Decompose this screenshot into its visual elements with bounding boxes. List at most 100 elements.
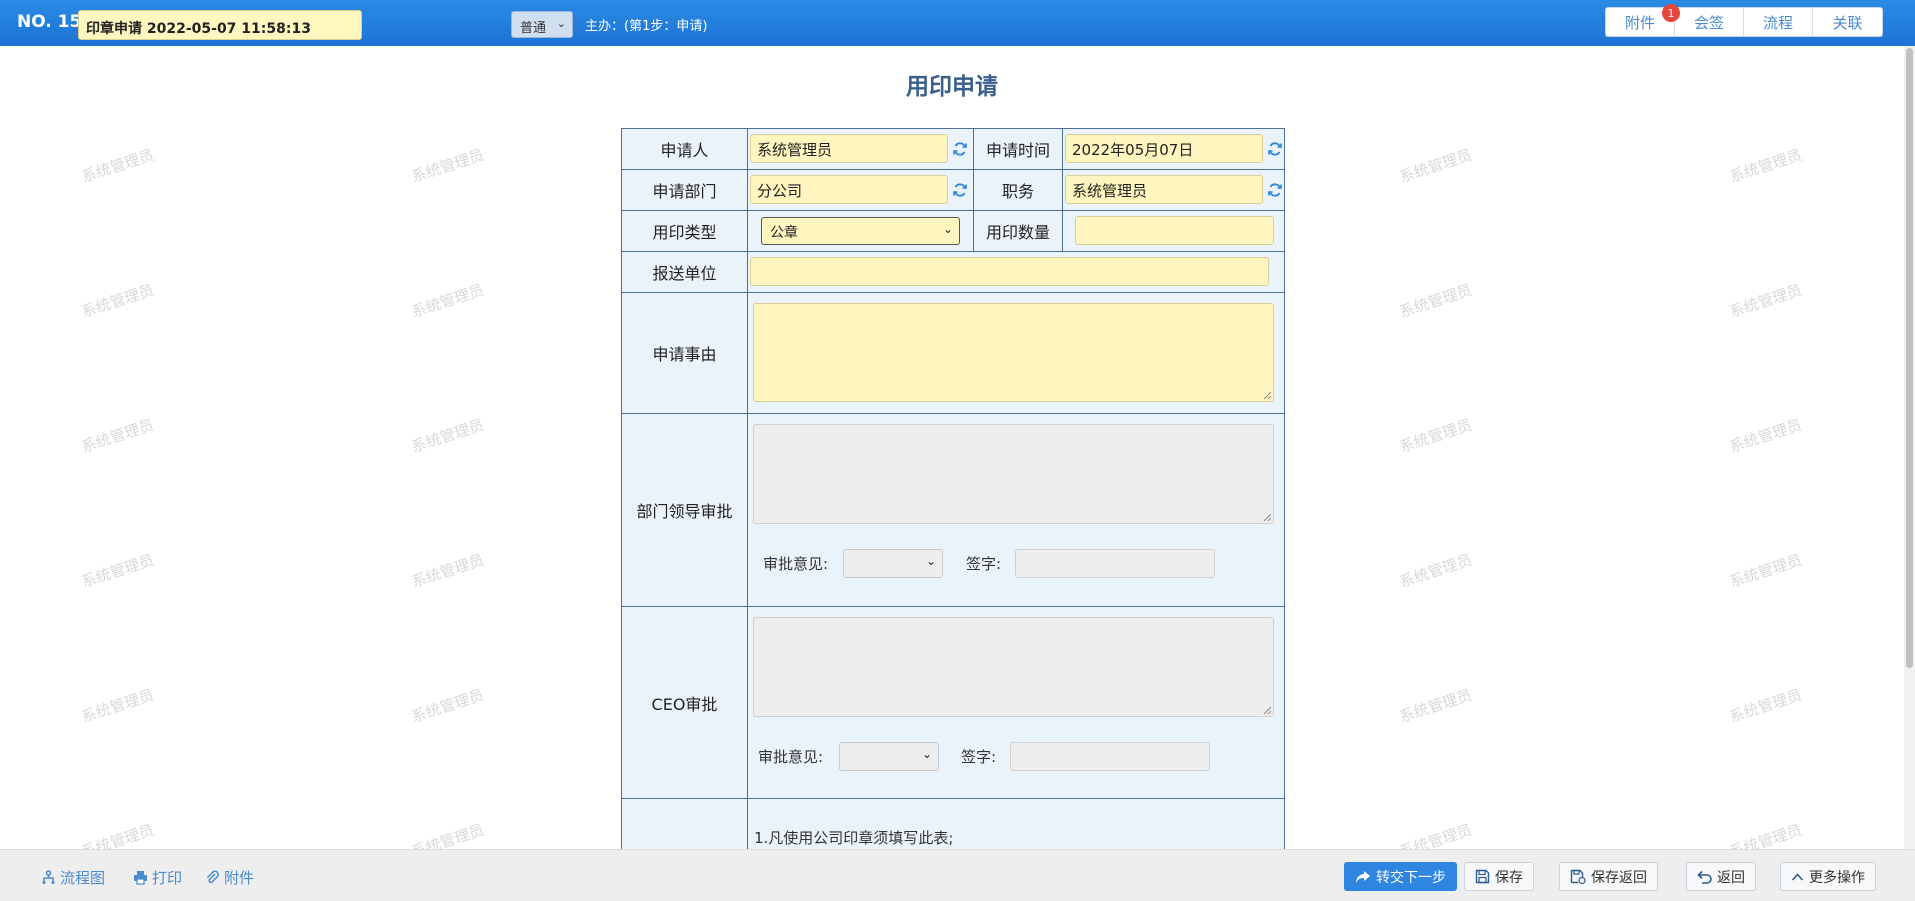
department-label: 申请部门	[622, 170, 748, 210]
dept-leader-cell: 审批意见: ⌄ 签字:	[748, 414, 1284, 606]
print-link[interactable]: 打印	[133, 867, 182, 888]
refresh-icon[interactable]	[952, 141, 968, 157]
watermark-text: 系统管理员	[79, 415, 157, 457]
priority-value: 普通	[520, 21, 547, 36]
workflow-button-label: 流程	[1762, 13, 1793, 32]
form-title: 用印申请	[906, 74, 998, 100]
watermark-text: 系统管理员	[1727, 280, 1805, 322]
save-button[interactable]: 保存	[1464, 862, 1534, 891]
applicant-input[interactable]: 系统管理员	[750, 134, 948, 163]
save-and-return-label: 保存返回	[1591, 869, 1647, 886]
document-title-input[interactable]: 印章申请 2022-05-07 11:58:13	[78, 10, 362, 40]
watermark-text: 系统管理员	[1397, 685, 1475, 727]
send-unit-input[interactable]	[750, 257, 1269, 286]
notes-label	[622, 799, 748, 849]
top-button-group: 附件 1 会签 流程 关联	[1605, 4, 1883, 37]
return-button[interactable]: 返回	[1686, 862, 1756, 891]
dept-leader-label: 部门领导审批	[622, 414, 748, 606]
ceo-label: CEO审批	[622, 607, 748, 798]
applicant-cell: 系统管理员	[748, 129, 973, 169]
ceo-sign-label: 签字:	[961, 748, 997, 766]
dept-leader-sign-label: 签字:	[966, 555, 1002, 573]
save-and-return-button[interactable]: 保存返回	[1559, 862, 1658, 891]
seal-type-value: 公章	[770, 225, 798, 241]
department-input[interactable]: 分公司	[750, 175, 948, 204]
resize-handle-icon[interactable]	[1263, 706, 1271, 714]
ceo-sign-input[interactable]	[1010, 742, 1210, 771]
dept-leader-opinion-label: 审批意见:	[763, 555, 829, 573]
scrollbar-thumb[interactable]	[1906, 48, 1913, 668]
form-row-send-unit: 报送单位	[622, 252, 1284, 293]
watermark-text: 系统管理员	[409, 145, 487, 187]
seal-application-form: 申请人 系统管理员 申请时间 2022年05月07日 申请部门 分公司 职务 系…	[621, 128, 1285, 849]
dept-leader-comment-textarea[interactable]	[753, 424, 1274, 524]
form-row-department: 申请部门 分公司 职务 系统管理员	[622, 170, 1284, 211]
position-input[interactable]: 系统管理员	[1065, 175, 1263, 204]
watermark-text: 系统管理员	[409, 280, 487, 322]
chevron-down-icon: ⌄	[921, 747, 932, 761]
bottom-toolbar: 流程图 打印 附件 转交下一步 保存 保存返回 返回 更多操作	[0, 849, 1915, 901]
paperclip-icon	[206, 870, 219, 884]
chevron-up-icon	[1791, 872, 1804, 881]
resize-handle-icon[interactable]	[1263, 513, 1271, 521]
resize-handle-icon[interactable]	[1263, 391, 1271, 399]
dept-leader-opinion-select[interactable]: ⌄	[843, 549, 943, 578]
save-button-label: 保存	[1495, 869, 1523, 886]
more-actions-button[interactable]: 更多操作	[1780, 862, 1876, 891]
watermark-text: 系统管理员	[79, 280, 157, 322]
watermark-text: 系统管理员	[409, 550, 487, 592]
related-button[interactable]: 关联	[1813, 8, 1882, 36]
submit-next-step-label: 转交下一步	[1376, 869, 1446, 886]
watermark-text: 系统管理员	[1727, 685, 1805, 727]
dept-leader-sign-input[interactable]	[1015, 549, 1215, 578]
attachment-link[interactable]: 附件	[205, 867, 254, 888]
watermark-text: 系统管理员	[409, 685, 487, 727]
countersign-button[interactable]: 会签	[1675, 8, 1744, 36]
reason-cell	[748, 293, 1284, 413]
more-actions-label: 更多操作	[1809, 869, 1865, 886]
undo-arrow-icon	[1697, 870, 1712, 884]
ceo-cell: 审批意见: ⌄ 签字:	[748, 607, 1284, 798]
save-return-icon	[1570, 869, 1586, 884]
return-button-label: 返回	[1717, 869, 1745, 886]
reason-label: 申请事由	[622, 293, 748, 413]
priority-select[interactable]: 普通 ⌄	[511, 11, 573, 38]
attachment-button-label: 附件	[1624, 13, 1655, 32]
refresh-icon[interactable]	[952, 182, 968, 198]
form-row-ceo: CEO审批 审批意见: ⌄ 签字:	[622, 607, 1284, 799]
position-label: 职务	[973, 170, 1063, 210]
seal-quantity-input[interactable]	[1075, 216, 1274, 245]
form-row-reason: 申请事由	[622, 293, 1284, 414]
submit-next-step-button[interactable]: 转交下一步	[1344, 862, 1457, 891]
attachment-link-label: 附件	[224, 869, 255, 887]
watermark-text: 系统管理员	[79, 685, 157, 727]
chevron-down-icon: ⌄	[925, 554, 936, 568]
apply-time-cell: 2022年05月07日	[1063, 129, 1284, 169]
attachment-button[interactable]: 附件 1	[1606, 4, 1680, 36]
watermark-text: 系统管理员	[79, 145, 157, 187]
flowchart-link[interactable]: 流程图	[41, 867, 105, 888]
watermark-text: 系统管理员	[1727, 415, 1805, 457]
seal-quantity-label: 用印数量	[973, 211, 1063, 251]
form-row-seal-type: 用印类型 公章 ⌄ 用印数量	[622, 211, 1284, 252]
ceo-opinion-label: 审批意见:	[758, 748, 824, 766]
apply-time-input[interactable]: 2022年05月07日	[1065, 134, 1263, 163]
workflow-button[interactable]: 流程	[1744, 8, 1813, 36]
refresh-icon[interactable]	[1267, 141, 1283, 157]
step-info: 主办：(第1步：申请)	[585, 19, 708, 34]
apply-time-label: 申请时间	[973, 129, 1063, 169]
flowchart-link-label: 流程图	[60, 869, 106, 887]
department-cell: 分公司	[748, 170, 973, 210]
countersign-button-label: 会签	[1693, 13, 1724, 32]
notes-line-1: 1.凡使用公司印章须填写此表;	[754, 829, 954, 847]
vertical-scrollbar[interactable]	[1904, 46, 1915, 849]
ceo-opinion-select[interactable]: ⌄	[839, 742, 939, 771]
chevron-down-icon: ⌄	[556, 17, 566, 30]
refresh-icon[interactable]	[1267, 182, 1283, 198]
flowchart-icon	[42, 870, 55, 884]
reason-textarea[interactable]	[753, 303, 1274, 402]
ceo-comment-textarea[interactable]	[753, 617, 1274, 717]
seal-type-select[interactable]: 公章 ⌄	[761, 217, 960, 245]
watermark-text: 系统管理员	[1397, 550, 1475, 592]
watermark-text: 系统管理员	[409, 415, 487, 457]
